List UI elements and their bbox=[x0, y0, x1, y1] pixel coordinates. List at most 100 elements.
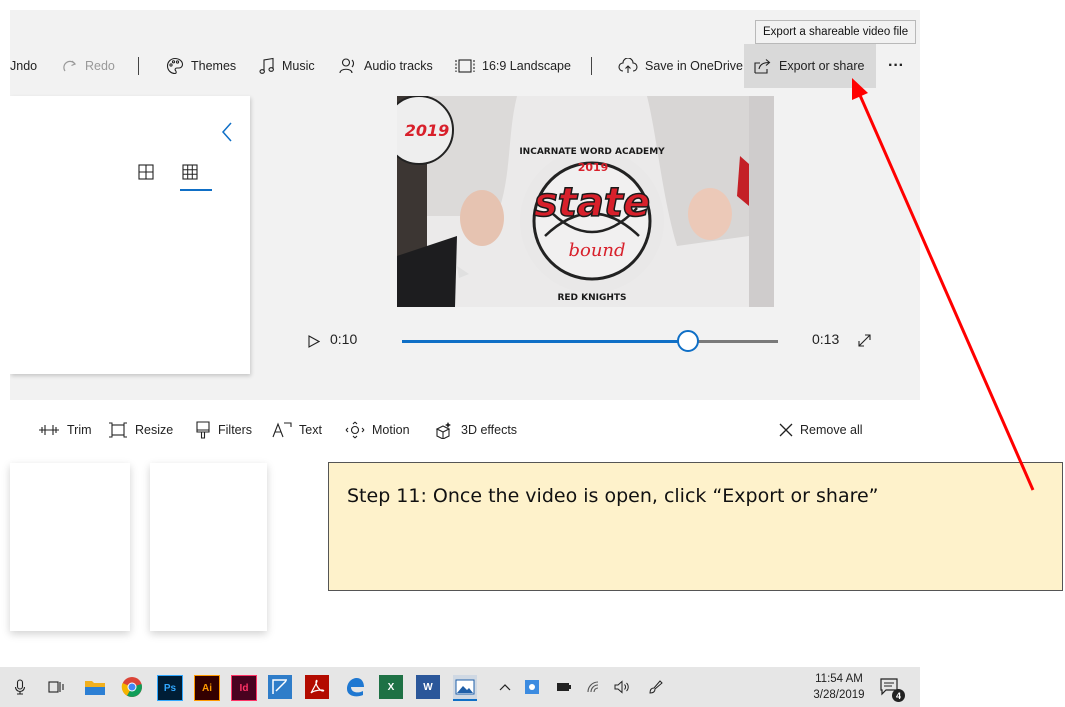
file-explorer-icon[interactable] bbox=[83, 675, 107, 699]
toolbar: Jndo Redo Themes Music Audio tracks 16:9… bbox=[10, 44, 920, 88]
wifi-icon[interactable] bbox=[586, 679, 602, 695]
themes-button[interactable]: Themes bbox=[166, 44, 236, 88]
filters-label: Filters bbox=[218, 423, 253, 437]
shirt-school: INCARNATE WORD ACADEMY bbox=[519, 147, 665, 157]
instruction-text: Step 11: Once the video is open, click “… bbox=[347, 485, 879, 507]
current-time: 0:10 bbox=[330, 331, 358, 347]
music-button[interactable]: Music bbox=[259, 44, 315, 88]
word-icon[interactable]: W bbox=[416, 675, 440, 699]
total-time: 0:13 bbox=[812, 331, 840, 347]
aspect-ratio-button[interactable]: 16:9 Landscape bbox=[455, 44, 571, 88]
audio-tracks-label: Audio tracks bbox=[364, 59, 433, 73]
motion-button[interactable]: Motion bbox=[345, 410, 410, 450]
trim-icon bbox=[39, 425, 59, 435]
notes-app-icon[interactable] bbox=[268, 675, 292, 699]
task-view-icon[interactable] bbox=[48, 679, 64, 695]
volume-icon[interactable] bbox=[614, 679, 630, 695]
photoshop-icon[interactable]: Ps bbox=[157, 675, 183, 701]
illustrator-label: Ai bbox=[202, 682, 212, 694]
remove-all-label: Remove all bbox=[800, 423, 863, 437]
3d-effects-icon bbox=[435, 422, 451, 439]
motion-icon bbox=[345, 421, 365, 439]
undo-button[interactable]: Jndo bbox=[10, 44, 37, 88]
play-icon[interactable] bbox=[308, 335, 320, 348]
resize-label: Resize bbox=[135, 423, 174, 437]
trim-label: Trim bbox=[67, 423, 92, 437]
excel-icon[interactable]: X bbox=[379, 675, 403, 699]
clock-time: 11:54 AM bbox=[815, 673, 863, 685]
filters-brush-icon bbox=[196, 421, 210, 439]
fullscreen-icon[interactable] bbox=[857, 333, 872, 348]
redo-button[interactable]: Redo bbox=[62, 44, 115, 88]
export-or-share-button[interactable]: Export or share bbox=[744, 44, 877, 88]
music-label: Music bbox=[282, 59, 315, 73]
save-onedrive-button[interactable]: Save in OneDrive bbox=[618, 44, 743, 88]
toolbar-divider bbox=[138, 57, 139, 75]
windows-taskbar: Ps Ai Id X W 11:54 AM 3/28/2019 4 bbox=[0, 667, 920, 707]
themes-label: Themes bbox=[191, 59, 237, 73]
more-options-label: ··· bbox=[888, 57, 904, 74]
save-onedrive-label: Save in OneDrive bbox=[645, 59, 743, 73]
video-frame-image: state bound 2019 INCARNATE WORD ACADEMY … bbox=[397, 96, 774, 307]
storyboard-toolbar: Trim Resize Filters Text Motion 3D effec… bbox=[0, 410, 920, 450]
text-icon bbox=[272, 422, 292, 438]
filters-button[interactable]: Filters bbox=[195, 410, 252, 450]
motion-label: Motion bbox=[372, 423, 410, 437]
share-icon bbox=[754, 59, 771, 74]
audio-tracks-icon bbox=[339, 58, 355, 74]
3d-effects-button[interactable]: 3D effects bbox=[434, 410, 517, 450]
redo-label: Redo bbox=[85, 59, 115, 73]
indesign-label: Id bbox=[239, 682, 249, 694]
action-center-icon[interactable]: 4 bbox=[878, 675, 905, 702]
system-clock[interactable]: 11:54 AM 3/28/2019 bbox=[805, 671, 873, 703]
resize-button[interactable]: Resize bbox=[108, 410, 173, 450]
shirt-word: state bbox=[534, 180, 650, 226]
word-label: W bbox=[423, 681, 433, 693]
small-grid-view-icon[interactable] bbox=[182, 164, 198, 180]
text-label: Text bbox=[299, 423, 322, 437]
acrobat-icon[interactable] bbox=[305, 675, 329, 699]
aspect-ratio-icon bbox=[455, 59, 475, 73]
seek-progress bbox=[402, 340, 688, 343]
indesign-icon[interactable]: Id bbox=[231, 675, 257, 701]
video-preview: state bound 2019 INCARNATE WORD ACADEMY … bbox=[397, 96, 774, 307]
3d-effects-label: 3D effects bbox=[461, 423, 518, 437]
project-library-panel bbox=[10, 96, 250, 374]
shirt-sub: bound bbox=[568, 240, 625, 261]
palette-icon bbox=[167, 57, 184, 75]
resize-icon bbox=[109, 422, 127, 438]
selected-view-indicator bbox=[180, 189, 212, 191]
more-options-button[interactable]: ··· bbox=[888, 44, 904, 88]
shirt-partial: 2019 bbox=[405, 121, 450, 140]
playback-controls: 0:10 0:13 bbox=[300, 326, 920, 356]
trim-button[interactable]: Trim bbox=[38, 410, 92, 450]
undo-label: Jndo bbox=[10, 59, 38, 73]
remove-all-button[interactable]: Remove all bbox=[779, 410, 863, 450]
video-editor-window: Jndo Redo Themes Music Audio tracks 16:9… bbox=[10, 10, 920, 400]
instruction-callout: Step 11: Once the video is open, click “… bbox=[328, 462, 1063, 591]
text-button[interactable]: Text bbox=[272, 410, 322, 450]
microphone-icon[interactable] bbox=[12, 679, 28, 695]
export-or-share-label: Export or share bbox=[779, 59, 865, 73]
storyboard-card[interactable] bbox=[10, 463, 130, 631]
chrome-icon[interactable] bbox=[120, 675, 144, 699]
music-note-icon bbox=[259, 57, 274, 74]
aspect-ratio-label: 16:9 Landscape bbox=[482, 59, 571, 73]
tray-app-icon[interactable] bbox=[524, 679, 540, 695]
audio-tracks-button[interactable]: Audio tracks bbox=[339, 44, 433, 88]
illustrator-icon[interactable]: Ai bbox=[194, 675, 220, 701]
photoshop-label: Ps bbox=[163, 682, 177, 694]
photos-app-icon[interactable] bbox=[453, 675, 477, 701]
large-grid-view-icon[interactable] bbox=[138, 164, 154, 180]
collapse-chevron-icon[interactable] bbox=[221, 122, 233, 142]
notification-count: 4 bbox=[892, 689, 905, 702]
clock-date: 3/28/2019 bbox=[813, 689, 865, 701]
show-hidden-icons-chevron-icon[interactable] bbox=[497, 679, 513, 695]
excel-label: X bbox=[387, 681, 395, 693]
pen-icon[interactable] bbox=[648, 679, 664, 695]
edge-icon[interactable] bbox=[342, 675, 366, 699]
shirt-year: 2019 bbox=[578, 161, 609, 174]
battery-icon[interactable] bbox=[556, 679, 572, 695]
storyboard-card[interactable] bbox=[150, 463, 267, 631]
seek-thumb[interactable] bbox=[676, 330, 699, 352]
